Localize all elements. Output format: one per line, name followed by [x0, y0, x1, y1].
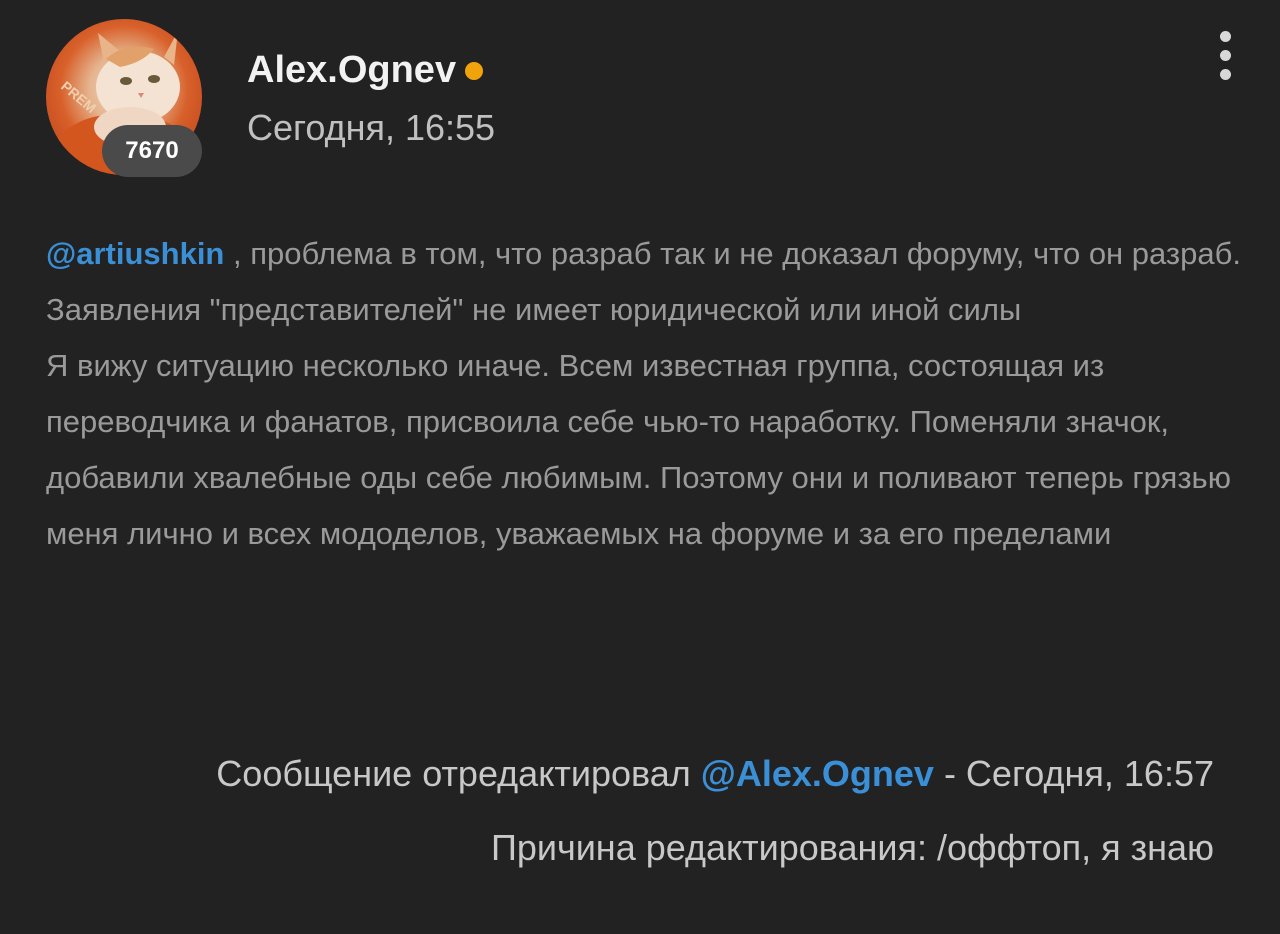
- author-header: Alex.Ognev: [247, 48, 484, 92]
- svg-text:PREM: PREM: [58, 78, 99, 116]
- more-vertical-icon-dot: [1220, 50, 1231, 61]
- edit-time: - Сегодня, 16:57: [933, 753, 1214, 794]
- post-paragraph: Я вижу ситуацию несколько иначе. Всем из…: [46, 348, 1231, 551]
- edit-notice: Сообщение отредактировал @Alex.Ognev - С…: [216, 748, 1214, 800]
- edit-reason: Причина редактирования: /оффтоп, я знаю: [490, 827, 1214, 868]
- post-content: @artiushkin , проблема в том, что разраб…: [46, 226, 1246, 562]
- online-status-icon: [465, 62, 484, 80]
- more-vertical-icon-dot: [1220, 69, 1231, 80]
- post-timestamp: Сегодня, 16:55: [247, 107, 496, 148]
- user-mention-link[interactable]: @artiushkin: [46, 236, 224, 271]
- post-text: , проблема в том, что разраб так и не до…: [46, 236, 1241, 327]
- author-avatar-block[interactable]: PREM 7670: [46, 19, 202, 177]
- forum-post: PREM 7670 Alex.Ognev Сегодня, 16:55 @art…: [0, 0, 1280, 934]
- post-paragraph: @artiushkin , проблема в том, что разраб…: [46, 226, 1246, 338]
- editor-mention-link[interactable]: @Alex.Ognev: [701, 753, 934, 794]
- more-vertical-icon: [1220, 31, 1231, 42]
- more-options-button[interactable]: [1208, 28, 1244, 84]
- reputation-badge: 7670: [102, 125, 202, 177]
- edit-prefix: Сообщение отредактировал: [216, 753, 701, 794]
- author-name[interactable]: Alex.Ognev: [247, 48, 456, 92]
